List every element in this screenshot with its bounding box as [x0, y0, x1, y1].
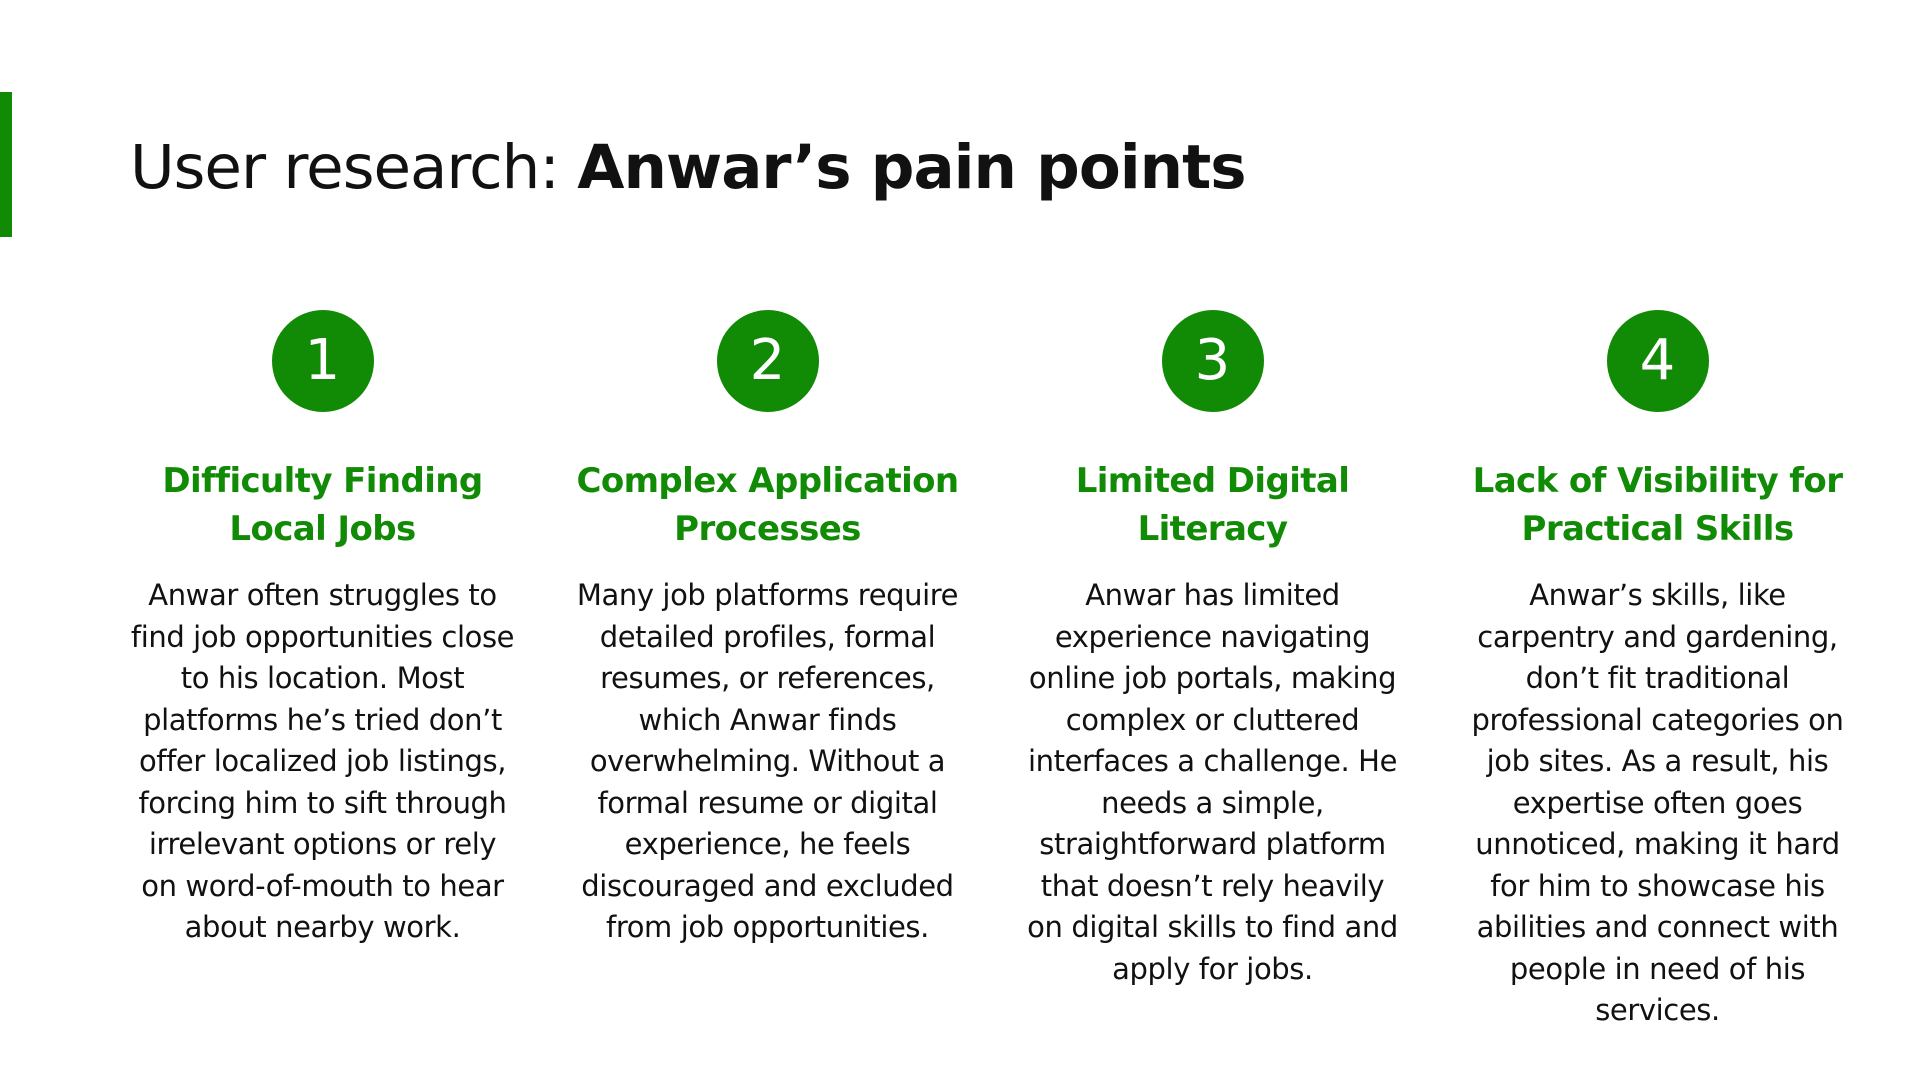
pain-point-1: 1 Difficulty Finding Local Jobs Anwar of… — [130, 310, 515, 1032]
number-badge: 1 — [271, 310, 374, 412]
number-badge: 4 — [1606, 310, 1709, 412]
pain-point-body: Anwar has limited experience navigating … — [1027, 578, 1398, 986]
title-prefix: User research: — [130, 132, 578, 203]
pain-point-heading: Limited Digital Literacy — [1075, 461, 1350, 549]
pain-point-body: Anwar often struggles to find job opport… — [130, 578, 515, 944]
title-emphasis: Anwar’s pain points — [577, 132, 1246, 203]
accent-bar — [0, 92, 12, 237]
pain-point-heading: Complex Application Processes — [576, 461, 959, 549]
number-badge: 3 — [1161, 310, 1264, 412]
pain-point-body: Many job platforms require detailed prof… — [576, 578, 959, 944]
page-title: User research: Anwar’s pain points — [130, 130, 1247, 206]
pain-point-body: Anwar’s skills, like carpentry and garde… — [1471, 578, 1844, 1027]
pain-points-list: 1 Difficulty Finding Local Jobs Anwar of… — [130, 310, 1850, 1032]
number-badge: 2 — [716, 310, 819, 412]
pain-point-4: 4 Lack of Visibility for Practical Skill… — [1465, 310, 1850, 1032]
pain-point-2: 2 Complex Application Processes Many job… — [575, 310, 960, 1032]
pain-point-heading: Lack of Visibility for Practical Skills — [1472, 461, 1843, 549]
pain-point-3: 3 Limited Digital Literacy Anwar has lim… — [1020, 310, 1405, 1032]
pain-point-heading: Difficulty Finding Local Jobs — [162, 461, 483, 549]
